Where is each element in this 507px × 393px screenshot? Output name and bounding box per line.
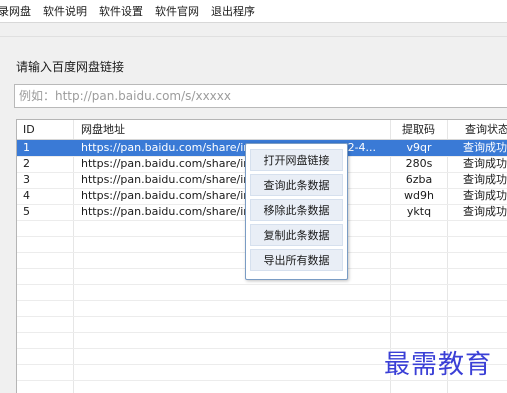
row-divider [17, 284, 507, 285]
row-divider [17, 332, 507, 333]
cell-status: 查询成功 [463, 173, 507, 186]
cell-id: 5 [23, 205, 30, 218]
toolbar-divider [0, 36, 507, 37]
cell-code: wd9h [404, 189, 434, 202]
url-input[interactable]: 例如：http://pan.baidu.com/s/xxxxx [14, 84, 507, 108]
cell-id: 2 [23, 157, 30, 170]
cell-code: v9qr [406, 141, 432, 154]
cell-code: yktq [406, 205, 432, 218]
cell-status: 查询成功 [463, 157, 507, 170]
cell-status: 查询成功 [463, 141, 507, 154]
cell-code: 6zba [405, 173, 433, 186]
menu-item-help[interactable]: 软件说明 [37, 3, 93, 19]
url-prompt-label: 请输入百度网盘链接 [16, 60, 125, 74]
context-menu-open-link[interactable]: 打开网盘链接 [250, 149, 343, 171]
cell-id: 3 [23, 173, 30, 186]
cell-id: 1 [23, 141, 30, 154]
menu-item-exit[interactable]: 退出程序 [205, 3, 261, 19]
cell-code: 280s [405, 157, 433, 170]
menu-item-record[interactable]: 录网盘 [0, 3, 37, 19]
context-menu: 打开网盘链接 查询此条数据 移除此条数据 复制此条数据 导出所有数据 [245, 143, 348, 280]
row-divider [17, 300, 507, 301]
column-header-code[interactable]: 提取码 [396, 120, 435, 139]
menu-item-settings[interactable]: 软件设置 [93, 3, 149, 19]
column-header-url[interactable]: 网盘地址 [75, 120, 125, 139]
column-header-status[interactable]: 查询状态 [459, 120, 507, 139]
url-input-placeholder: 例如：http://pan.baidu.com/s/xxxxx [19, 89, 231, 103]
context-menu-query-row[interactable]: 查询此条数据 [250, 174, 343, 196]
row-divider [17, 316, 507, 317]
menu-bar-divider [0, 22, 507, 23]
cell-id: 4 [23, 189, 30, 202]
watermark-text: 最需教育 [384, 350, 493, 380]
column-header-id[interactable]: ID [17, 120, 35, 139]
context-menu-export-all[interactable]: 导出所有数据 [250, 249, 343, 271]
menu-bar: 录网盘 软件说明 软件设置 软件官网 退出程序 [0, 0, 507, 22]
cell-status: 查询成功 [463, 189, 507, 202]
context-menu-copy-row[interactable]: 复制此条数据 [250, 224, 343, 246]
cell-status: 查询成功 [463, 205, 507, 218]
menu-item-website[interactable]: 软件官网 [149, 3, 205, 19]
context-menu-remove-row[interactable]: 移除此条数据 [250, 199, 343, 221]
